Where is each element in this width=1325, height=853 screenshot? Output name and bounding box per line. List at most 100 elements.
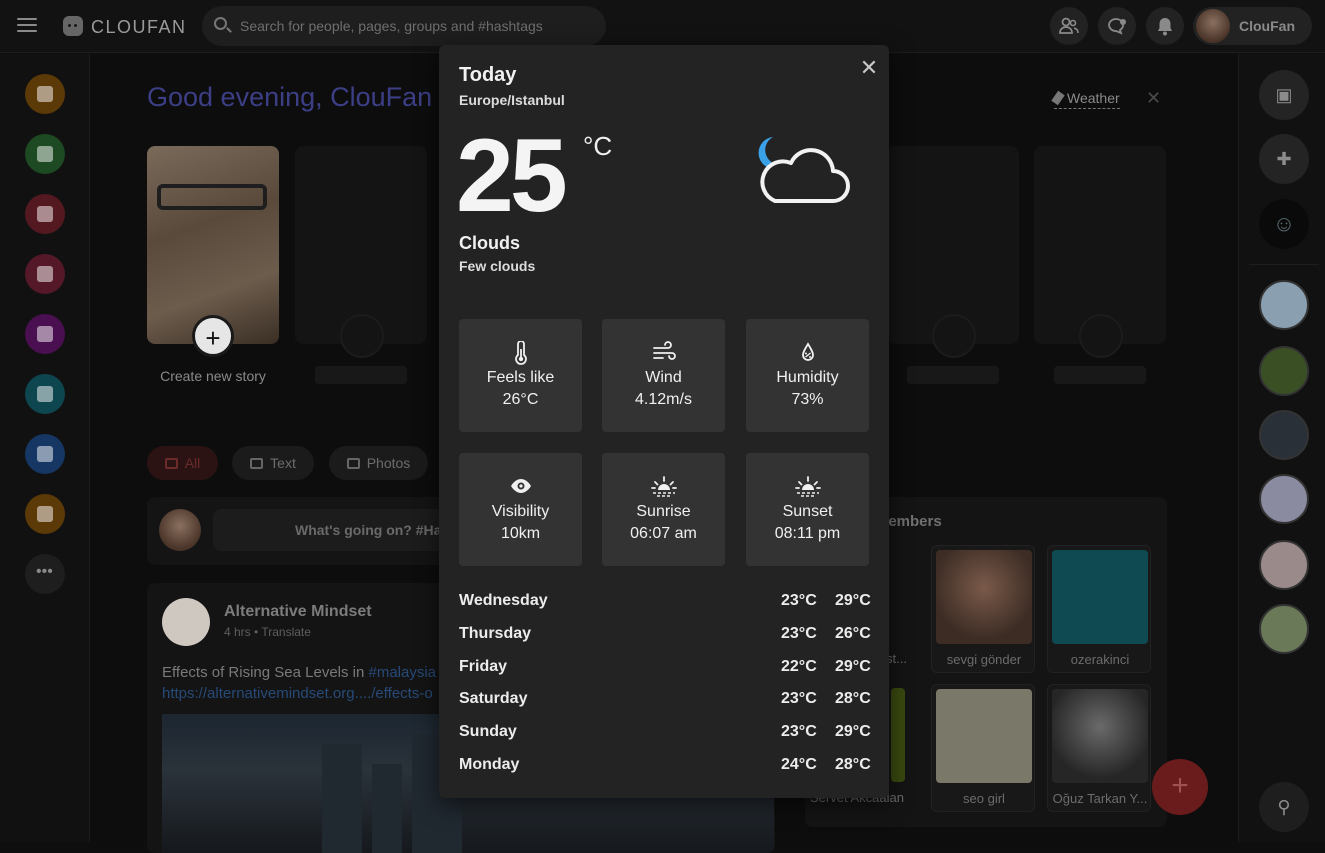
moon-cloud-icon — [753, 129, 853, 209]
greeting: Good evening, ClouFan — [147, 82, 433, 112]
sunset-tile: Sunset 08:11 pm — [746, 453, 869, 566]
search-contacts-button[interactable]: ⚲ — [1259, 782, 1309, 832]
filter-text[interactable]: Text — [232, 446, 314, 480]
post-author[interactable]: Alternative Mindset — [224, 603, 372, 621]
avatar — [159, 509, 201, 551]
forecast-row: Sunday 23°C 29°C — [459, 723, 871, 740]
brand-name[interactable]: CLOUFAN — [91, 17, 187, 38]
blog-nav-button[interactable] — [25, 434, 65, 474]
more-dots-icon: ••• — [36, 563, 53, 580]
story-placeholder — [295, 146, 427, 384]
user-name: ClouFan — [1239, 18, 1295, 34]
sunrise-tile: Sunrise 06:07 am — [602, 453, 725, 566]
logo-icon[interactable] — [63, 16, 83, 36]
message-plus-icon: ▣ — [1275, 84, 1293, 105]
bot-avatar[interactable]: ☺ — [1259, 199, 1309, 249]
add-friend-button[interactable]: ✚ — [1259, 134, 1309, 184]
temperature-unit: °C — [583, 131, 613, 161]
add-story-icon[interactable]: + — [192, 315, 234, 357]
flag-icon — [37, 506, 53, 522]
weather-condition: Clouds — [459, 233, 520, 253]
forecast-row: Monday 24°C 28°C — [459, 756, 871, 773]
left-sidebar: ••• — [0, 54, 90, 842]
megaphone-icon — [37, 326, 53, 342]
contact-avatar[interactable] — [1259, 474, 1309, 524]
saved-nav-button[interactable] — [25, 194, 65, 234]
eye-icon — [510, 479, 531, 493]
filter-all[interactable]: All — [147, 446, 218, 480]
search-input[interactable] — [240, 6, 590, 46]
post-hashtag[interactable]: #malaysia — [369, 664, 437, 681]
new-chat-button[interactable]: ▣ — [1259, 70, 1309, 120]
filter-photos[interactable]: Photos — [329, 446, 428, 480]
weather-description: Few clouds — [459, 258, 536, 274]
member-card[interactable]: Oğuz Tarkan Y... — [1047, 684, 1151, 812]
bell-icon — [1146, 7, 1184, 45]
messages-button[interactable] — [1098, 7, 1136, 45]
camera-icon — [346, 457, 360, 469]
visibility-tile: Visibility 10km — [459, 453, 582, 566]
weather-dismiss-icon[interactable]: ✕ — [1146, 88, 1161, 109]
sunrise-icon — [650, 476, 677, 497]
right-sidebar: ▣ ✚ ☺ ⚲ — [1238, 54, 1325, 842]
list-icon — [164, 457, 178, 469]
market-nav-button[interactable] — [25, 374, 65, 414]
pin-icon — [1051, 90, 1065, 106]
translate-link[interactable]: Translate — [261, 625, 311, 639]
home-nav-button[interactable] — [25, 74, 65, 114]
forecast-row: Wednesday 23°C 29°C — [459, 592, 871, 609]
close-icon[interactable]: ✕ — [859, 57, 879, 79]
contact-avatar[interactable] — [1259, 540, 1309, 590]
user-search-icon: ⚲ — [1277, 796, 1291, 817]
bookmark-icon — [37, 206, 53, 222]
sunset-icon — [794, 476, 821, 497]
member-card[interactable]: sevgi gönder — [931, 545, 1035, 673]
search-icon — [214, 17, 227, 30]
contact-avatar[interactable] — [1259, 280, 1309, 330]
story-placeholder — [1034, 146, 1166, 384]
story-placeholder — [887, 146, 1019, 384]
weather-timezone: Europe/Istanbul — [459, 92, 565, 108]
user-menu[interactable]: ClouFan — [1193, 7, 1312, 45]
chat-icon — [1098, 7, 1136, 45]
ads-nav-button[interactable] — [25, 314, 65, 354]
humidity-icon — [801, 342, 814, 361]
text-icon — [250, 457, 264, 469]
create-story-card[interactable]: + Create new story — [147, 146, 279, 384]
contact-avatar[interactable] — [1259, 604, 1309, 654]
robot-icon: ☺ — [1272, 211, 1296, 236]
add-user-icon: ✚ — [1276, 148, 1292, 169]
feels-like-tile: Feels like 26°C — [459, 319, 582, 432]
contact-avatar[interactable] — [1259, 346, 1309, 396]
more-nav-button[interactable]: ••• — [25, 554, 65, 594]
member-card[interactable]: seo girl — [931, 684, 1035, 812]
people-icon — [1050, 7, 1088, 45]
create-post-fab[interactable]: + — [1152, 759, 1208, 815]
wind-tile: Wind 4.12m/s — [602, 319, 725, 432]
post-author-avatar[interactable] — [162, 598, 210, 646]
contact-avatar[interactable] — [1259, 410, 1309, 460]
current-temperature: 25 — [456, 118, 568, 234]
menu-icon[interactable] — [17, 17, 37, 33]
notifications-button[interactable] — [1146, 7, 1184, 45]
pages-icon — [37, 146, 53, 162]
story-image — [157, 184, 267, 210]
events-nav-button[interactable] — [25, 254, 65, 294]
weather-link-label: Weather — [1067, 90, 1120, 106]
wind-icon — [652, 341, 676, 360]
pages-flag-nav-button[interactable] — [25, 494, 65, 534]
member-card[interactable]: ozerakinci — [1047, 545, 1151, 673]
calendar-icon — [37, 266, 53, 282]
friends-button[interactable] — [1050, 7, 1088, 45]
humidity-tile: Humidity 73% — [746, 319, 869, 432]
post-link[interactable]: https://alternativemindset.org..../effec… — [162, 685, 433, 702]
forecast-row: Thursday 23°C 26°C — [459, 625, 871, 642]
shopping-bag-icon — [37, 386, 53, 402]
home-icon — [37, 86, 53, 102]
search-bar[interactable] — [202, 6, 606, 46]
create-story-label: Create new story — [160, 368, 266, 384]
forecast-row: Saturday 23°C 28°C — [459, 690, 871, 707]
thermometer-icon — [514, 341, 527, 365]
weather-link[interactable]: Weather — [1051, 90, 1120, 109]
pages-nav-button[interactable] — [25, 134, 65, 174]
